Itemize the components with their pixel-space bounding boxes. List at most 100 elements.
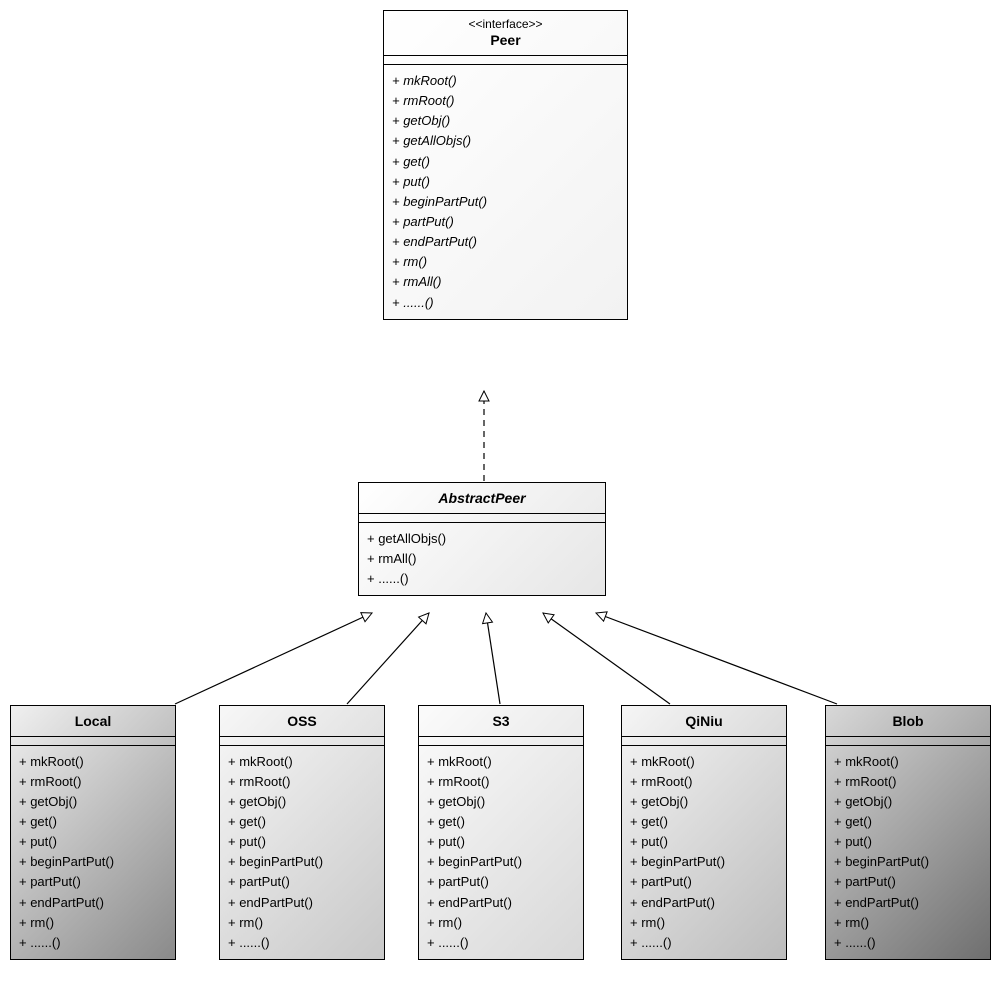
class-methods: + mkRoot()+ rmRoot()+ getObj()+ get()+ p…: [622, 746, 786, 959]
class-name: Blob: [830, 712, 986, 732]
uml-class-blob: Blob + mkRoot()+ rmRoot()+ getObj()+ get(…: [825, 705, 991, 960]
class-method: + get(): [427, 812, 575, 832]
class-method: + get(): [19, 812, 167, 832]
generalization-oss: [347, 613, 429, 704]
class-header: QiNiu: [622, 706, 786, 737]
uml-class-abstractpeer: AbstractPeer + getAllObjs()+ rmAll()+ ..…: [358, 482, 606, 596]
class-name: QiNiu: [626, 712, 782, 732]
class-method: + rm(): [228, 913, 376, 933]
class-method: + mkRoot(): [834, 752, 982, 772]
class-name: OSS: [224, 712, 380, 732]
class-methods: + mkRoot()+ rmRoot()+ getObj()+ get()+ p…: [11, 746, 175, 959]
peer-method: + rm(): [392, 252, 619, 272]
class-header: OSS: [220, 706, 384, 737]
class-method: + ......(): [427, 933, 575, 953]
class-name: S3: [423, 712, 579, 732]
class-attr-empty: [11, 737, 175, 746]
class-method: + getObj(): [228, 792, 376, 812]
class-method: + endPartPut(): [427, 893, 575, 913]
peer-stereotype: <<interface>>: [388, 17, 623, 31]
class-method: + put(): [228, 832, 376, 852]
class-method: + endPartPut(): [630, 893, 778, 913]
class-attr-empty: [826, 737, 990, 746]
class-methods: + mkRoot()+ rmRoot()+ getObj()+ get()+ p…: [826, 746, 990, 959]
class-method: + rmRoot(): [19, 772, 167, 792]
class-method: + partPut(): [19, 872, 167, 892]
class-method: + get(): [630, 812, 778, 832]
class-method: + endPartPut(): [834, 893, 982, 913]
class-header: S3: [419, 706, 583, 737]
class-method: + ......(): [19, 933, 167, 953]
peer-method: + rmAll(): [392, 272, 619, 292]
class-method: + put(): [630, 832, 778, 852]
peer-method: + rmRoot(): [392, 91, 619, 111]
class-method: + endPartPut(): [19, 893, 167, 913]
uml-class-qiniu: QiNiu + mkRoot()+ rmRoot()+ getObj()+ get…: [621, 705, 787, 960]
class-method: + getObj(): [427, 792, 575, 812]
class-methods: + mkRoot()+ rmRoot()+ getObj()+ get()+ p…: [220, 746, 384, 959]
class-method: + partPut(): [630, 872, 778, 892]
class-method: + partPut(): [427, 872, 575, 892]
class-attr-empty: [622, 737, 786, 746]
peer-method: + partPut(): [392, 212, 619, 232]
class-method: + mkRoot(): [19, 752, 167, 772]
class-method: + rmRoot(): [630, 772, 778, 792]
generalization-blob: [596, 613, 837, 704]
peer-method: + ......(): [392, 293, 619, 313]
class-method: + get(): [228, 812, 376, 832]
peer-method: + put(): [392, 172, 619, 192]
abstractpeer-attr-empty: [359, 514, 605, 523]
class-method: + get(): [834, 812, 982, 832]
class-method: + mkRoot(): [228, 752, 376, 772]
class-method: + partPut(): [228, 872, 376, 892]
generalization-s3: [486, 613, 500, 704]
class-attr-empty: [220, 737, 384, 746]
class-method: + ......(): [834, 933, 982, 953]
class-method: + beginPartPut(): [834, 852, 982, 872]
abstractpeer-name: AbstractPeer: [363, 489, 601, 509]
class-method: + partPut(): [834, 872, 982, 892]
class-method: + put(): [834, 832, 982, 852]
class-header: Blob: [826, 706, 990, 737]
class-method: + rmRoot(): [228, 772, 376, 792]
class-name: Local: [15, 712, 171, 732]
class-method: + getObj(): [834, 792, 982, 812]
class-method: + beginPartPut(): [19, 852, 167, 872]
class-method: + ......(): [228, 933, 376, 953]
peer-attr-empty: [384, 56, 627, 65]
class-method: + ......(): [630, 933, 778, 953]
abstractpeer-method: + rmAll(): [367, 549, 597, 569]
class-method: + rmRoot(): [834, 772, 982, 792]
class-method: + beginPartPut(): [427, 852, 575, 872]
uml-interface-peer: <<interface>> Peer + mkRoot()+ rmRoot()+…: [383, 10, 628, 320]
class-method: + getObj(): [19, 792, 167, 812]
uml-class-s3: S3+ mkRoot()+ rmRoot()+ getObj()+ get()+…: [418, 705, 584, 960]
class-method: + put(): [427, 832, 575, 852]
peer-method: + endPartPut(): [392, 232, 619, 252]
peer-method: + mkRoot(): [392, 71, 619, 91]
class-method: + rm(): [834, 913, 982, 933]
generalization-qiniu: [543, 613, 670, 704]
peer-method: + beginPartPut(): [392, 192, 619, 212]
peer-method: + getObj(): [392, 111, 619, 131]
class-attr-empty: [419, 737, 583, 746]
class-method: + getObj(): [630, 792, 778, 812]
abstractpeer-method: + getAllObjs(): [367, 529, 597, 549]
class-header: Local: [11, 706, 175, 737]
class-method: + put(): [19, 832, 167, 852]
abstractpeer-method: + ......(): [367, 569, 597, 589]
uml-class-local: Local + mkRoot()+ rmRoot()+ getObj()+ get…: [10, 705, 176, 960]
peer-method: + get(): [392, 152, 619, 172]
generalization-local: [175, 613, 372, 704]
uml-class-oss: OSS + mkRoot()+ rmRoot()+ getObj()+ get()…: [219, 705, 385, 960]
class-method: + beginPartPut(): [228, 852, 376, 872]
class-method: + rm(): [19, 913, 167, 933]
class-method: + mkRoot(): [630, 752, 778, 772]
class-method: + rmRoot(): [427, 772, 575, 792]
peer-header: <<interface>> Peer: [384, 11, 627, 56]
abstractpeer-methods: + getAllObjs()+ rmAll()+ ......(): [359, 523, 605, 595]
class-method: + beginPartPut(): [630, 852, 778, 872]
class-method: + rm(): [427, 913, 575, 933]
peer-method: + getAllObjs(): [392, 131, 619, 151]
class-method: + rm(): [630, 913, 778, 933]
